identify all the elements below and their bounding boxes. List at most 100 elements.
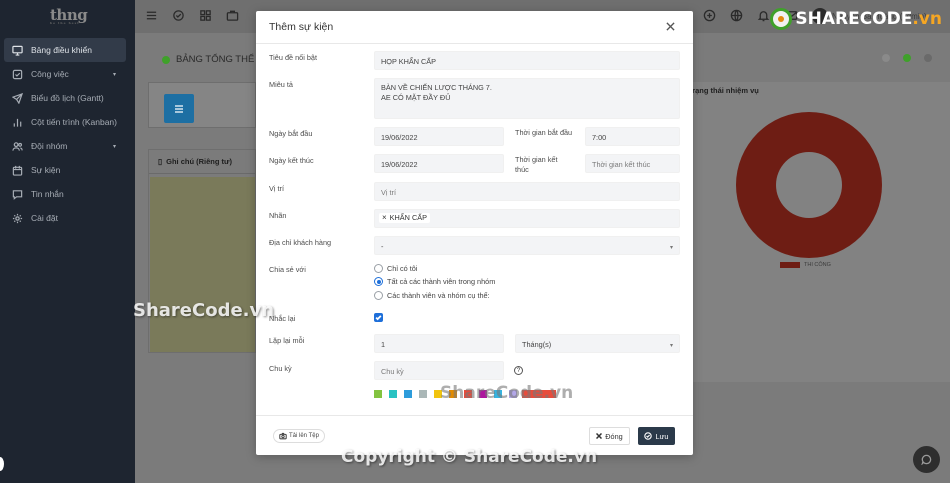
briefcase-icon[interactable] <box>226 9 240 23</box>
sidebar-item-kanban[interactable]: Cột tiến trình (Kanban) <box>4 110 126 134</box>
control-dot[interactable] <box>882 54 890 62</box>
check-circle-icon <box>644 432 653 440</box>
end-time-input[interactable]: Thời gian kết thúc <box>585 154 680 173</box>
title-input[interactable]: HỌP KHẨN CẤP <box>374 51 680 70</box>
repeat-every-input[interactable]: 1 <box>374 334 504 353</box>
bell-icon[interactable] <box>757 9 771 23</box>
chat-icon <box>921 454 932 465</box>
color-swatch[interactable] <box>389 390 397 398</box>
sharecode-logo: SHARECODE .vn <box>770 8 942 30</box>
chart-legend: THI CÔNG <box>780 262 831 268</box>
add-icon[interactable] <box>703 9 717 23</box>
message-icon <box>12 189 23 200</box>
control-dot[interactable] <box>903 54 911 62</box>
watermark-left: ShareCode.vn <box>133 300 275 321</box>
app-logo[interactable]: thng be the best <box>50 6 88 25</box>
upload-file-button[interactable]: Tải lên Tệp <box>273 429 325 443</box>
donut-chart <box>736 112 882 258</box>
sidebar-item-gantt[interactable]: Biểu đồ lịch (Gantt) <box>4 86 126 110</box>
tag-input[interactable]: × KHẨN CẤP <box>374 209 680 228</box>
sidebar-item-label: Cài đặt <box>31 213 58 223</box>
repeat-checkbox[interactable] <box>374 313 383 322</box>
sidebar-item-label: Bảng điều khiển <box>31 45 92 55</box>
check-circle-icon[interactable] <box>172 9 186 23</box>
legend-swatch <box>780 262 800 268</box>
location-input[interactable]: Vị trí <box>374 182 680 201</box>
sidebar-item-label: Sự kiện <box>31 165 61 175</box>
share-option-specific[interactable]: Các thành viên và nhóm cụ thể: <box>374 291 490 300</box>
start-time-input[interactable]: 7:00 <box>585 127 680 146</box>
watermark-center: ShareCode.vn <box>440 383 574 403</box>
bar-chart-icon <box>12 117 23 128</box>
share-option-all-members[interactable]: Tất cả các thành viên trong nhóm <box>374 277 495 286</box>
globe-icon[interactable] <box>730 9 744 23</box>
sidebar-item-messages[interactable]: Tin nhắn <box>4 182 126 206</box>
help-icon[interactable]: ? <box>514 366 523 375</box>
menu-toggle-icon[interactable] <box>145 9 159 23</box>
modal-header: Thêm sự kiện <box>256 11 693 44</box>
users-icon <box>12 141 23 152</box>
status-title: Trạng thái nhiệm vụ <box>688 86 759 95</box>
sidebar-item-label: Biểu đồ lịch (Gantt) <box>31 93 104 103</box>
sidebar-item-tasks[interactable]: Công việc ▾ <box>4 62 126 86</box>
start-time-label: Thời gian bắt đầu <box>515 128 573 137</box>
sidebar: thng be the best Bảng điều khiển Công vi… <box>0 0 135 483</box>
color-swatch[interactable] <box>419 390 427 398</box>
chevron-down-icon: ▾ <box>112 71 116 78</box>
watermark-copyright: Copyright © ShareCode.vn <box>341 447 598 467</box>
sidebar-item-events[interactable]: Sự kiện <box>4 158 126 182</box>
chat-button[interactable] <box>913 446 940 473</box>
client-select-value: - <box>381 242 384 251</box>
upload-file-label: Tải lên Tệp <box>289 433 319 439</box>
share-option-only-me[interactable]: Chỉ có tôi <box>374 264 417 273</box>
calendar-icon <box>12 165 23 176</box>
sidebar-item-label: Công việc <box>31 69 69 79</box>
end-date-label: Ngày kết thúc <box>269 156 314 165</box>
save-button[interactable]: Lưu <box>638 427 675 445</box>
tag-label: Nhãn <box>269 211 287 220</box>
sidebar-item-label: Đội nhóm <box>31 141 68 151</box>
radio-button[interactable] <box>374 264 383 273</box>
chevron-down-icon: ▾ <box>669 245 673 251</box>
description-line: AE CÓ MẶT ĐẦY ĐỦ <box>381 93 451 102</box>
control-dot[interactable] <box>924 54 932 62</box>
start-date-input[interactable]: 19/06/2022 <box>374 127 504 146</box>
description-textarea[interactable]: BÀN VỀ CHIẾN LƯỢC THÁNG 7. AE CÓ MẶT ĐẦY… <box>374 78 680 119</box>
tag-chip: × KHẨN CẤP <box>379 213 430 223</box>
close-button[interactable] <box>663 19 677 33</box>
sidebar-item-settings[interactable]: Cài đặt <box>4 206 126 230</box>
client-label: Địa chỉ khách hàng <box>269 238 332 247</box>
checkbox-icon <box>12 69 23 80</box>
client-select[interactable]: - ▾ <box>374 236 680 255</box>
grid-icon[interactable] <box>199 9 213 23</box>
chevron-down-icon: ▾ <box>112 143 116 150</box>
chevron-down-icon: ▾ <box>669 343 673 349</box>
task-status-card: Trạng thái nhiệm vụ THI CÔNG <box>688 82 950 382</box>
color-swatch[interactable] <box>374 390 382 398</box>
end-date-input[interactable]: 19/06/2022 <box>374 154 504 173</box>
cycle-input[interactable]: Chu kỳ <box>374 361 504 380</box>
camera-icon <box>279 432 287 440</box>
radio-button[interactable] <box>374 291 383 300</box>
cancel-button[interactable]: Đóng <box>589 427 630 445</box>
repeat-unit-select[interactable]: Tháng(s) ▾ <box>515 334 680 353</box>
color-swatch[interactable] <box>404 390 412 398</box>
list-icon[interactable] <box>164 94 194 123</box>
close-icon <box>596 433 603 439</box>
sidebar-item-teams[interactable]: Đội nhóm ▾ <box>4 134 126 158</box>
repeat-unit-value: Tháng(s) <box>522 340 552 349</box>
location-label: Vị trí <box>269 184 284 193</box>
sidebar-item-dashboard[interactable]: Bảng điều khiển <box>4 38 126 62</box>
title-label: Tiêu đề nổi bật <box>269 53 318 62</box>
share-option-label: Chỉ có tôi <box>387 264 418 273</box>
status-header: Trạng thái nhiệm vụ <box>688 86 759 95</box>
radio-button[interactable] <box>374 277 383 286</box>
notes-area[interactable] <box>150 177 255 352</box>
widget-controls <box>882 54 932 62</box>
brand-suffix: .vn <box>912 9 942 29</box>
start-date-label: Ngày bắt đầu <box>269 129 313 138</box>
send-icon <box>12 92 23 104</box>
remove-tag-icon[interactable]: × <box>382 213 387 223</box>
tag-chip-label: KHẨN CẤP <box>389 213 427 222</box>
share-option-label: Tất cả các thành viên trong nhóm <box>387 277 496 286</box>
